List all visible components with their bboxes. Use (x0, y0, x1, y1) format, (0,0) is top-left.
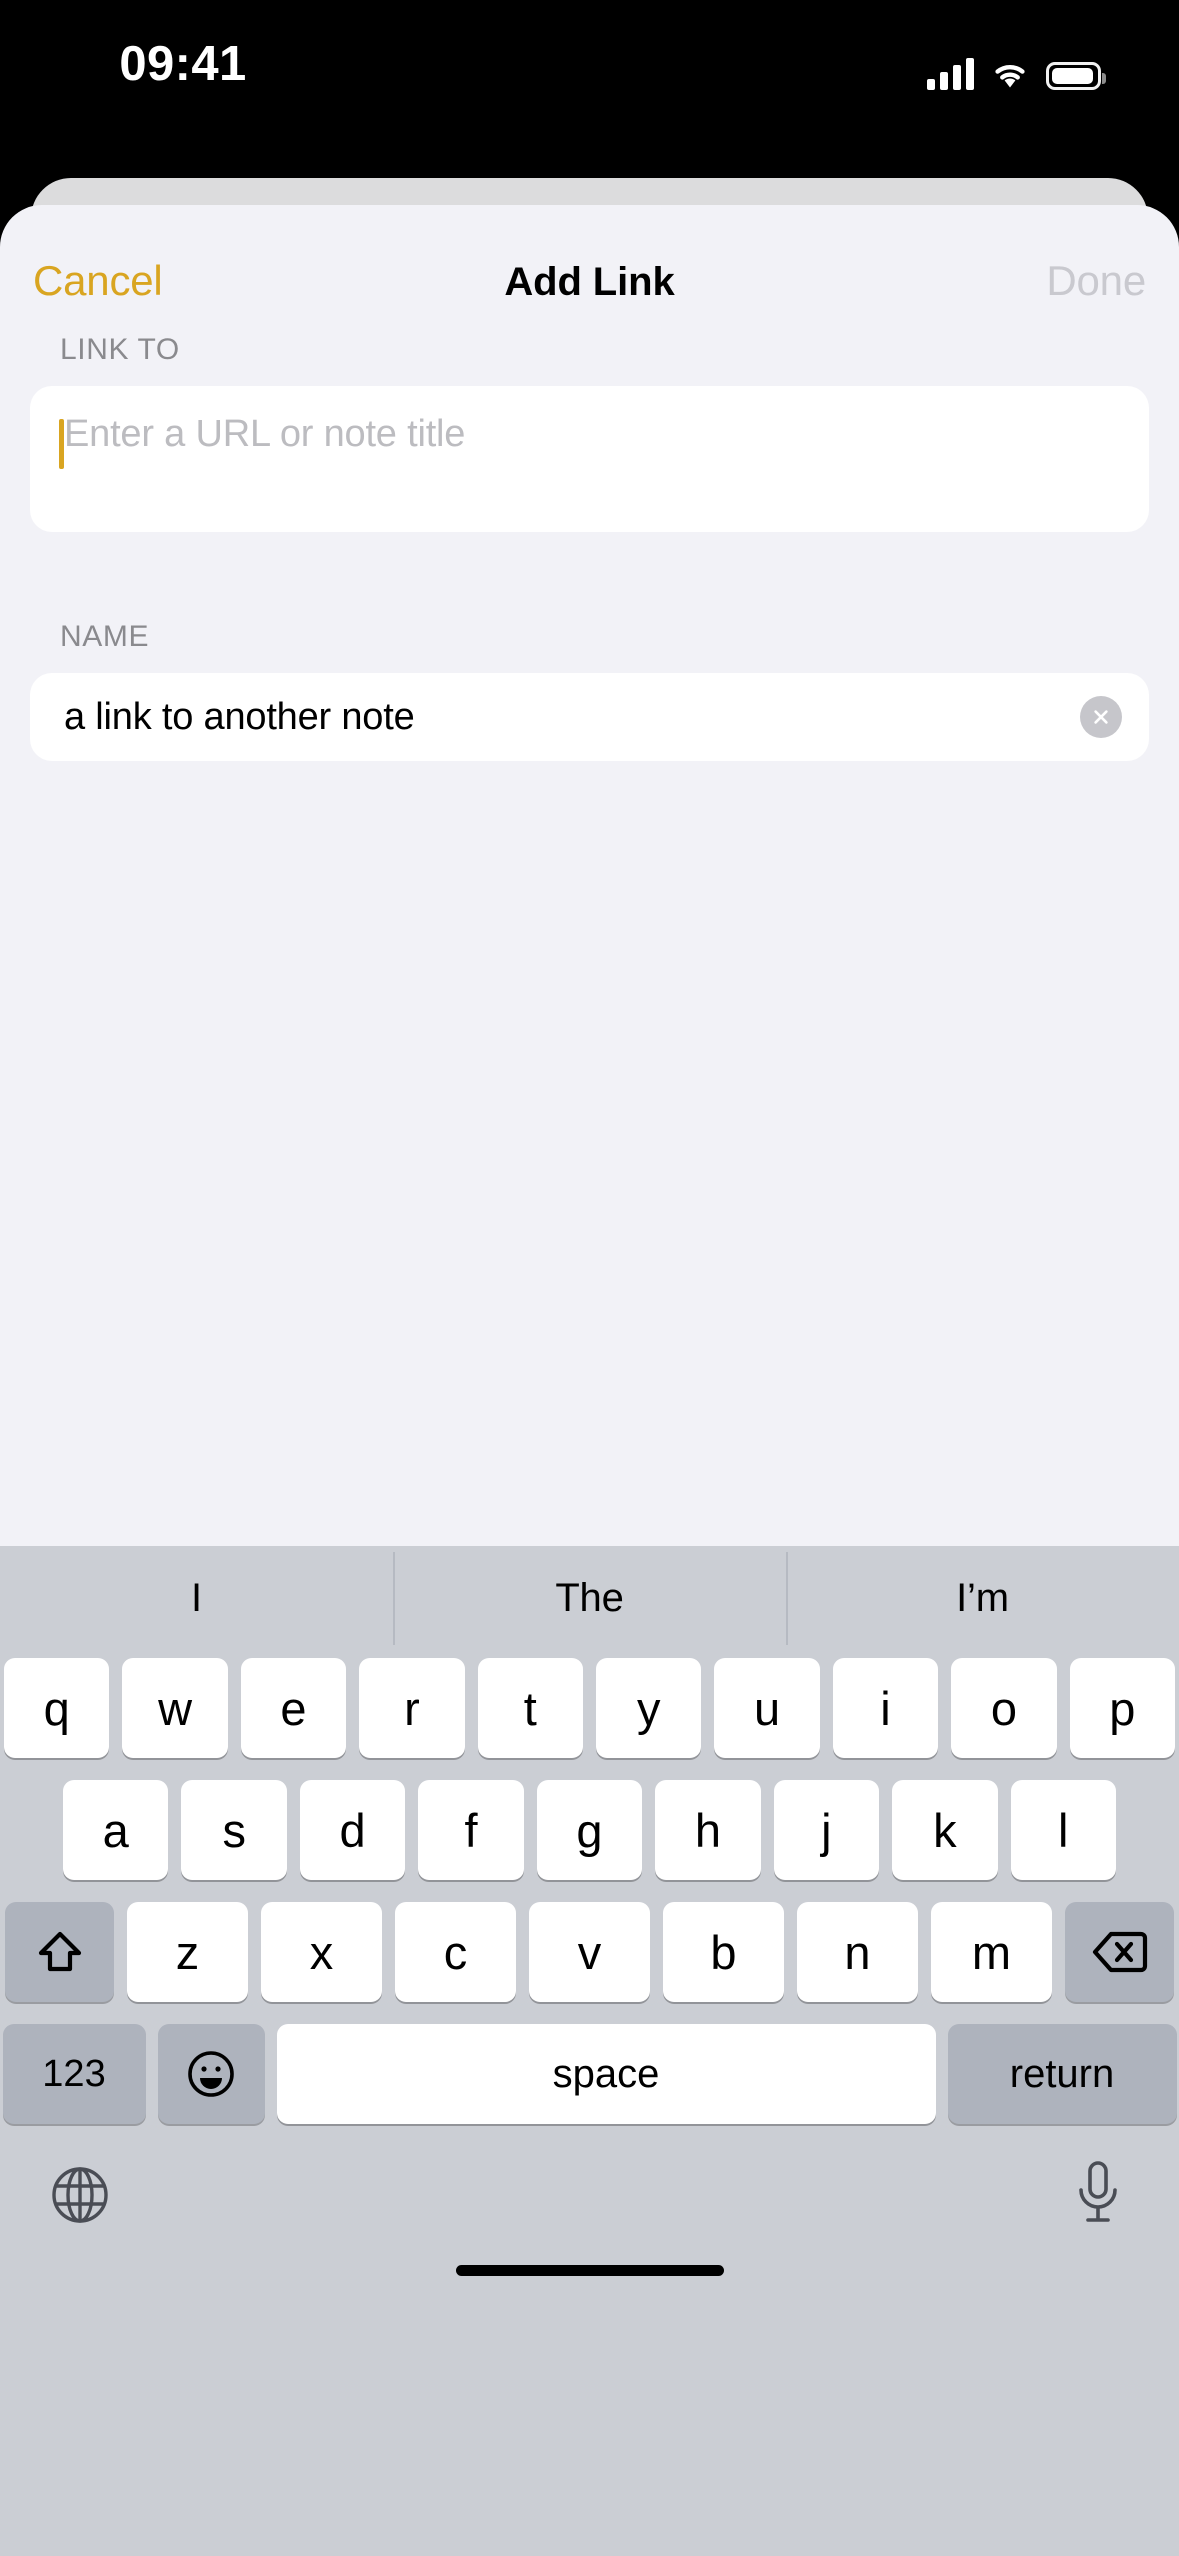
link-to-section: LINK TO Enter a URL or note title (0, 333, 1179, 532)
home-indicator-bar[interactable] (455, 2265, 724, 2276)
status-bar-time: 09:41 (119, 37, 247, 91)
shift-key[interactable] (5, 1902, 114, 2002)
key-e[interactable]: e (240, 1658, 347, 1758)
keyboard-row-1: q w e r t y u i o p (0, 1658, 1179, 1758)
key-s[interactable]: s (181, 1780, 287, 1880)
keyboard-row-2: a s d f g h j k l (0, 1780, 1179, 1880)
link-to-input[interactable]: Enter a URL or note title (30, 386, 1149, 532)
key-w[interactable]: w (122, 1658, 228, 1758)
name-label: NAME (60, 620, 150, 653)
link-to-placeholder: Enter a URL or note title (64, 413, 466, 455)
backspace-key[interactable] (1065, 1902, 1174, 2002)
key-q[interactable]: q (3, 1658, 110, 1758)
key-p[interactable]: p (1069, 1658, 1176, 1758)
globe-key[interactable] (49, 2164, 111, 2231)
key-o[interactable]: o (951, 1658, 1057, 1758)
page-title: Add Link (504, 260, 675, 304)
globe-icon (49, 2167, 111, 2230)
key-z[interactable]: z (127, 1902, 248, 2002)
key-g[interactable]: g (536, 1780, 643, 1880)
key-x[interactable]: x (261, 1902, 382, 2002)
name-section: NAME a link to another note (0, 620, 1179, 761)
prediction-candidate-1[interactable]: I (0, 1576, 393, 1621)
software-keyboard: I The I’m q w e r t y u i o p a s d f g … (0, 1546, 1179, 2556)
key-j[interactable]: j (773, 1780, 880, 1880)
status-bar: 09:41 (0, 0, 1179, 132)
wifi-icon (990, 58, 1030, 90)
emoji-key[interactable] (157, 2024, 265, 2124)
status-bar-indicators (927, 46, 1106, 90)
key-k[interactable]: k (892, 1780, 998, 1880)
keyboard-row-3: z x c v b n m (0, 1902, 1179, 2002)
key-h[interactable]: h (655, 1780, 761, 1880)
keyboard-bottom-bar (0, 2150, 1179, 2300)
name-input[interactable]: a link to another note (30, 673, 1149, 761)
prediction-candidate-2[interactable]: The (393, 1551, 786, 1645)
key-y[interactable]: y (596, 1658, 702, 1758)
key-u[interactable]: u (714, 1658, 820, 1758)
keyboard-row-4: 123 space return (0, 2024, 1179, 2124)
key-a[interactable]: a (63, 1780, 169, 1880)
numbers-key[interactable]: 123 (2, 2024, 146, 2124)
key-n[interactable]: n (797, 1902, 918, 2002)
key-r[interactable]: r (359, 1658, 465, 1758)
prediction-candidate-3[interactable]: I’m (786, 1551, 1179, 1645)
done-button[interactable]: Done (1046, 257, 1146, 305)
space-key[interactable]: space (276, 2024, 936, 2124)
phone-screen: 09:41 Cancel Add Link Done LINK TO Enter… (0, 0, 1179, 2556)
prediction-bar: I The I’m (0, 1546, 1179, 1650)
return-key[interactable]: return (947, 2024, 1177, 2124)
add-link-sheet: Cancel Add Link Done LINK TO Enter a URL… (0, 205, 1179, 1546)
key-c[interactable]: c (395, 1902, 516, 2002)
key-v[interactable]: v (529, 1902, 650, 2002)
backspace-delete-icon (1091, 1930, 1149, 1974)
key-m[interactable]: m (931, 1902, 1052, 2002)
key-t[interactable]: t (477, 1658, 583, 1758)
key-f[interactable]: f (418, 1780, 524, 1880)
clear-circle-icon[interactable] (1080, 696, 1122, 738)
dictation-key[interactable] (1070, 2160, 1126, 2233)
shift-arrow-icon (34, 1926, 86, 1978)
name-input-value: a link to another note (64, 695, 415, 738)
cellular-bars-icon (927, 58, 974, 90)
sheet-navigation-bar: Cancel Add Link Done (0, 205, 1179, 333)
key-b[interactable]: b (663, 1902, 784, 2002)
microphone-icon (1070, 2161, 1126, 2232)
key-d[interactable]: d (299, 1780, 406, 1880)
emoji-smiley-icon (186, 2049, 236, 2099)
key-l[interactable]: l (1010, 1780, 1116, 1880)
link-to-label: LINK TO (60, 333, 180, 366)
key-i[interactable]: i (832, 1658, 939, 1758)
battery-icon (1046, 62, 1106, 90)
